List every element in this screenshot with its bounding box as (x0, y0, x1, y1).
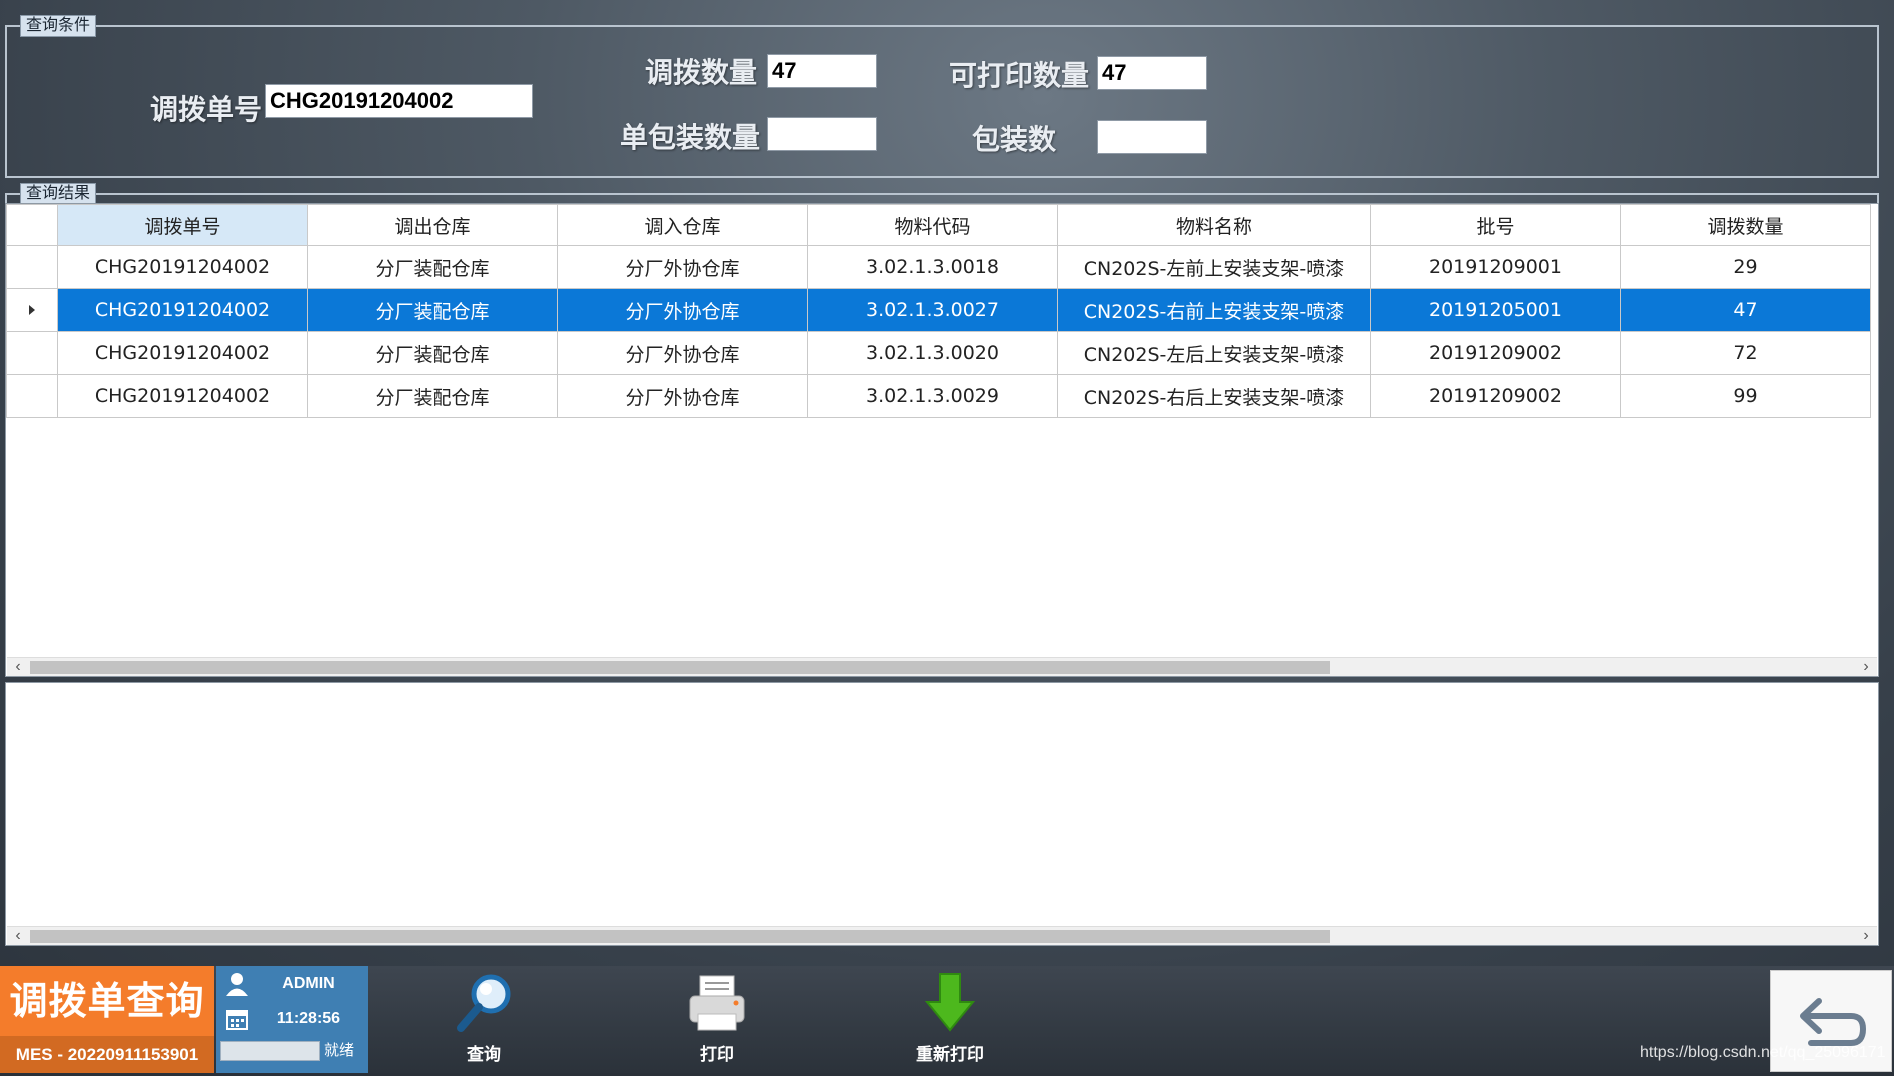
printer-icon (689, 975, 745, 1031)
row-indicator-icon (29, 305, 35, 315)
cell-batch-no[interactable]: 20191205001 (1370, 288, 1621, 332)
transfer-no-label: 调拨单号 (150, 93, 263, 126)
cell-batch-no[interactable]: 20191209002 (1370, 331, 1621, 375)
col-material-name[interactable]: 物料名称 (1057, 204, 1371, 246)
bottom-bar: 调拨单查询 MES - 20220911153901 ADMIN 11:28:5… (0, 966, 1894, 1073)
query-button[interactable]: 查询 (424, 966, 544, 1073)
cell-material-name[interactable]: CN202S-左前上安装支架-喷漆 (1057, 245, 1371, 289)
header-row: 调拨单号 调出仓库 调入仓库 物料代码 物料名称 批号 调拨数量 (6, 204, 1871, 246)
cell-out-warehouse[interactable]: 分厂装配仓库 (307, 288, 558, 332)
cell-transfer-qty[interactable]: 99 (1620, 374, 1871, 418)
row-header[interactable] (6, 374, 58, 418)
cell-material-name[interactable]: CN202S-右后上安装支架-喷漆 (1057, 374, 1371, 418)
results-hscrollbar[interactable]: ‹ › (7, 657, 1877, 676)
cell-in-warehouse[interactable]: 分厂外协仓库 (557, 374, 808, 418)
pack-count-label: 包装数 (972, 123, 1057, 156)
detail-hscrollbar[interactable]: ‹ › (7, 926, 1877, 945)
cell-transfer-no[interactable]: CHG20191204002 (57, 245, 308, 289)
col-transfer-no[interactable]: 调拨单号 (57, 204, 308, 246)
cell-material-name[interactable]: CN202S-右前上安装支架-喷漆 (1057, 288, 1371, 332)
reprint-button[interactable]: 重新打印 (890, 966, 1010, 1073)
cell-material-code[interactable]: 3.02.1.3.0018 (807, 245, 1058, 289)
cell-transfer-no[interactable]: CHG20191204002 (57, 374, 308, 418)
transfer-no-input[interactable]: CHG20191204002 (265, 84, 533, 118)
screen-title: 调拨单查询 (0, 966, 214, 1036)
cell-out-warehouse[interactable]: 分厂装配仓库 (307, 245, 558, 289)
printable-qty-label: 可打印数量 (949, 59, 1090, 92)
col-out-warehouse[interactable]: 调出仓库 (307, 204, 558, 246)
cell-batch-no[interactable]: 20191209001 (1370, 245, 1621, 289)
col-in-warehouse[interactable]: 调入仓库 (557, 204, 808, 246)
reprint-button-label: 重新打印 (916, 1045, 984, 1065)
query-results-group: 查询结果 (5, 183, 1879, 205)
row-header[interactable] (6, 331, 58, 375)
calendar-icon (226, 1010, 248, 1030)
cell-material-name[interactable]: CN202S-左后上安装支架-喷漆 (1057, 331, 1371, 375)
cell-transfer-qty[interactable]: 72 (1620, 331, 1871, 375)
cell-transfer-qty[interactable]: 47 (1620, 288, 1871, 332)
transfer-qty-input[interactable]: 47 (767, 54, 877, 88)
cell-material-code[interactable]: 3.02.1.3.0020 (807, 331, 1058, 375)
table-row[interactable]: CHG20191204002 分厂装配仓库 分厂外协仓库 3.02.1.3.00… (6, 374, 1871, 418)
scroll-right-arrow[interactable]: › (1855, 658, 1877, 676)
scroll-thumb[interactable] (30, 661, 1330, 674)
results-table: 调拨单号 调出仓库 调入仓库 物料代码 物料名称 批号 调拨数量 CHG2019… (6, 204, 1871, 418)
cell-out-warehouse[interactable]: 分厂装配仓库 (307, 374, 558, 418)
watermark-text: https://blog.csdn.net/qq_25096171 (1640, 1044, 1886, 1061)
cell-in-warehouse[interactable]: 分厂外协仓库 (557, 331, 808, 375)
print-button-label: 打印 (700, 1045, 734, 1065)
version-label: MES - 20220911153901 (0, 1036, 214, 1073)
cell-material-code[interactable]: 3.02.1.3.0029 (807, 374, 1058, 418)
clock-time: 11:28:56 (276, 1010, 341, 1027)
results-grid[interactable]: 调拨单号 调出仓库 调入仓库 物料代码 物料名称 批号 调拨数量 CHG2019… (5, 203, 1879, 677)
print-button[interactable]: 打印 (657, 966, 777, 1073)
down-arrow-icon (924, 973, 976, 1032)
col-material-code[interactable]: 物料代码 (807, 204, 1058, 246)
query-results-title: 查询结果 (20, 183, 97, 205)
scroll-left-arrow[interactable]: ‹ (7, 658, 29, 676)
cell-material-code[interactable]: 3.02.1.3.0027 (807, 288, 1058, 332)
progress-bar (220, 1041, 320, 1061)
table-row[interactable]: CHG20191204002 分厂装配仓库 分厂外协仓库 3.02.1.3.00… (6, 331, 1871, 375)
query-button-label: 查询 (467, 1045, 501, 1065)
row-header[interactable] (6, 288, 58, 332)
transfer-qty-label: 调拨数量 (645, 56, 758, 89)
row-header-corner (6, 204, 58, 246)
cell-transfer-no[interactable]: CHG20191204002 (57, 331, 308, 375)
col-batch-no[interactable]: 批号 (1370, 204, 1621, 246)
user-row: ADMIN (216, 966, 368, 1001)
cell-transfer-no[interactable]: CHG20191204002 (57, 288, 308, 332)
row-header[interactable] (6, 245, 58, 289)
search-icon (457, 974, 511, 1032)
cell-transfer-qty[interactable]: 29 (1620, 245, 1871, 289)
main-area: 查询条件 调拨单号 CHG20191204002 调拨数量 47 单包装数量 可… (0, 0, 1894, 966)
unit-pack-qty-input[interactable] (767, 117, 877, 151)
cell-in-warehouse[interactable]: 分厂外协仓库 (557, 288, 808, 332)
unit-pack-qty-label: 单包装数量 (620, 121, 761, 154)
status-text: 就绪 (324, 1042, 355, 1059)
cell-in-warehouse[interactable]: 分厂外协仓库 (557, 245, 808, 289)
col-transfer-qty[interactable]: 调拨数量 (1620, 204, 1871, 246)
user-icon (226, 973, 248, 996)
cell-out-warehouse[interactable]: 分厂装配仓库 (307, 331, 558, 375)
scroll-left-arrow[interactable]: ‹ (7, 927, 29, 945)
scroll-right-arrow[interactable]: › (1855, 927, 1877, 945)
printable-qty-input[interactable]: 47 (1097, 56, 1207, 90)
user-name: ADMIN (282, 975, 335, 992)
pack-count-input[interactable] (1097, 120, 1207, 154)
scroll-thumb[interactable] (30, 930, 1330, 943)
query-conditions-title: 查询条件 (20, 15, 97, 37)
cell-batch-no[interactable]: 20191209002 (1370, 374, 1621, 418)
detail-grid[interactable]: ‹ › (5, 682, 1879, 946)
time-row: 11:28:56 (216, 1001, 368, 1036)
table-row[interactable]: CHG20191204002 分厂装配仓库 分厂外协仓库 3.02.1.3.00… (6, 245, 1871, 289)
table-row-selected[interactable]: CHG20191204002 分厂装配仓库 分厂外协仓库 3.02.1.3.00… (6, 288, 1871, 332)
user-info-panel: ADMIN 11:28:56 就绪 (216, 966, 368, 1073)
